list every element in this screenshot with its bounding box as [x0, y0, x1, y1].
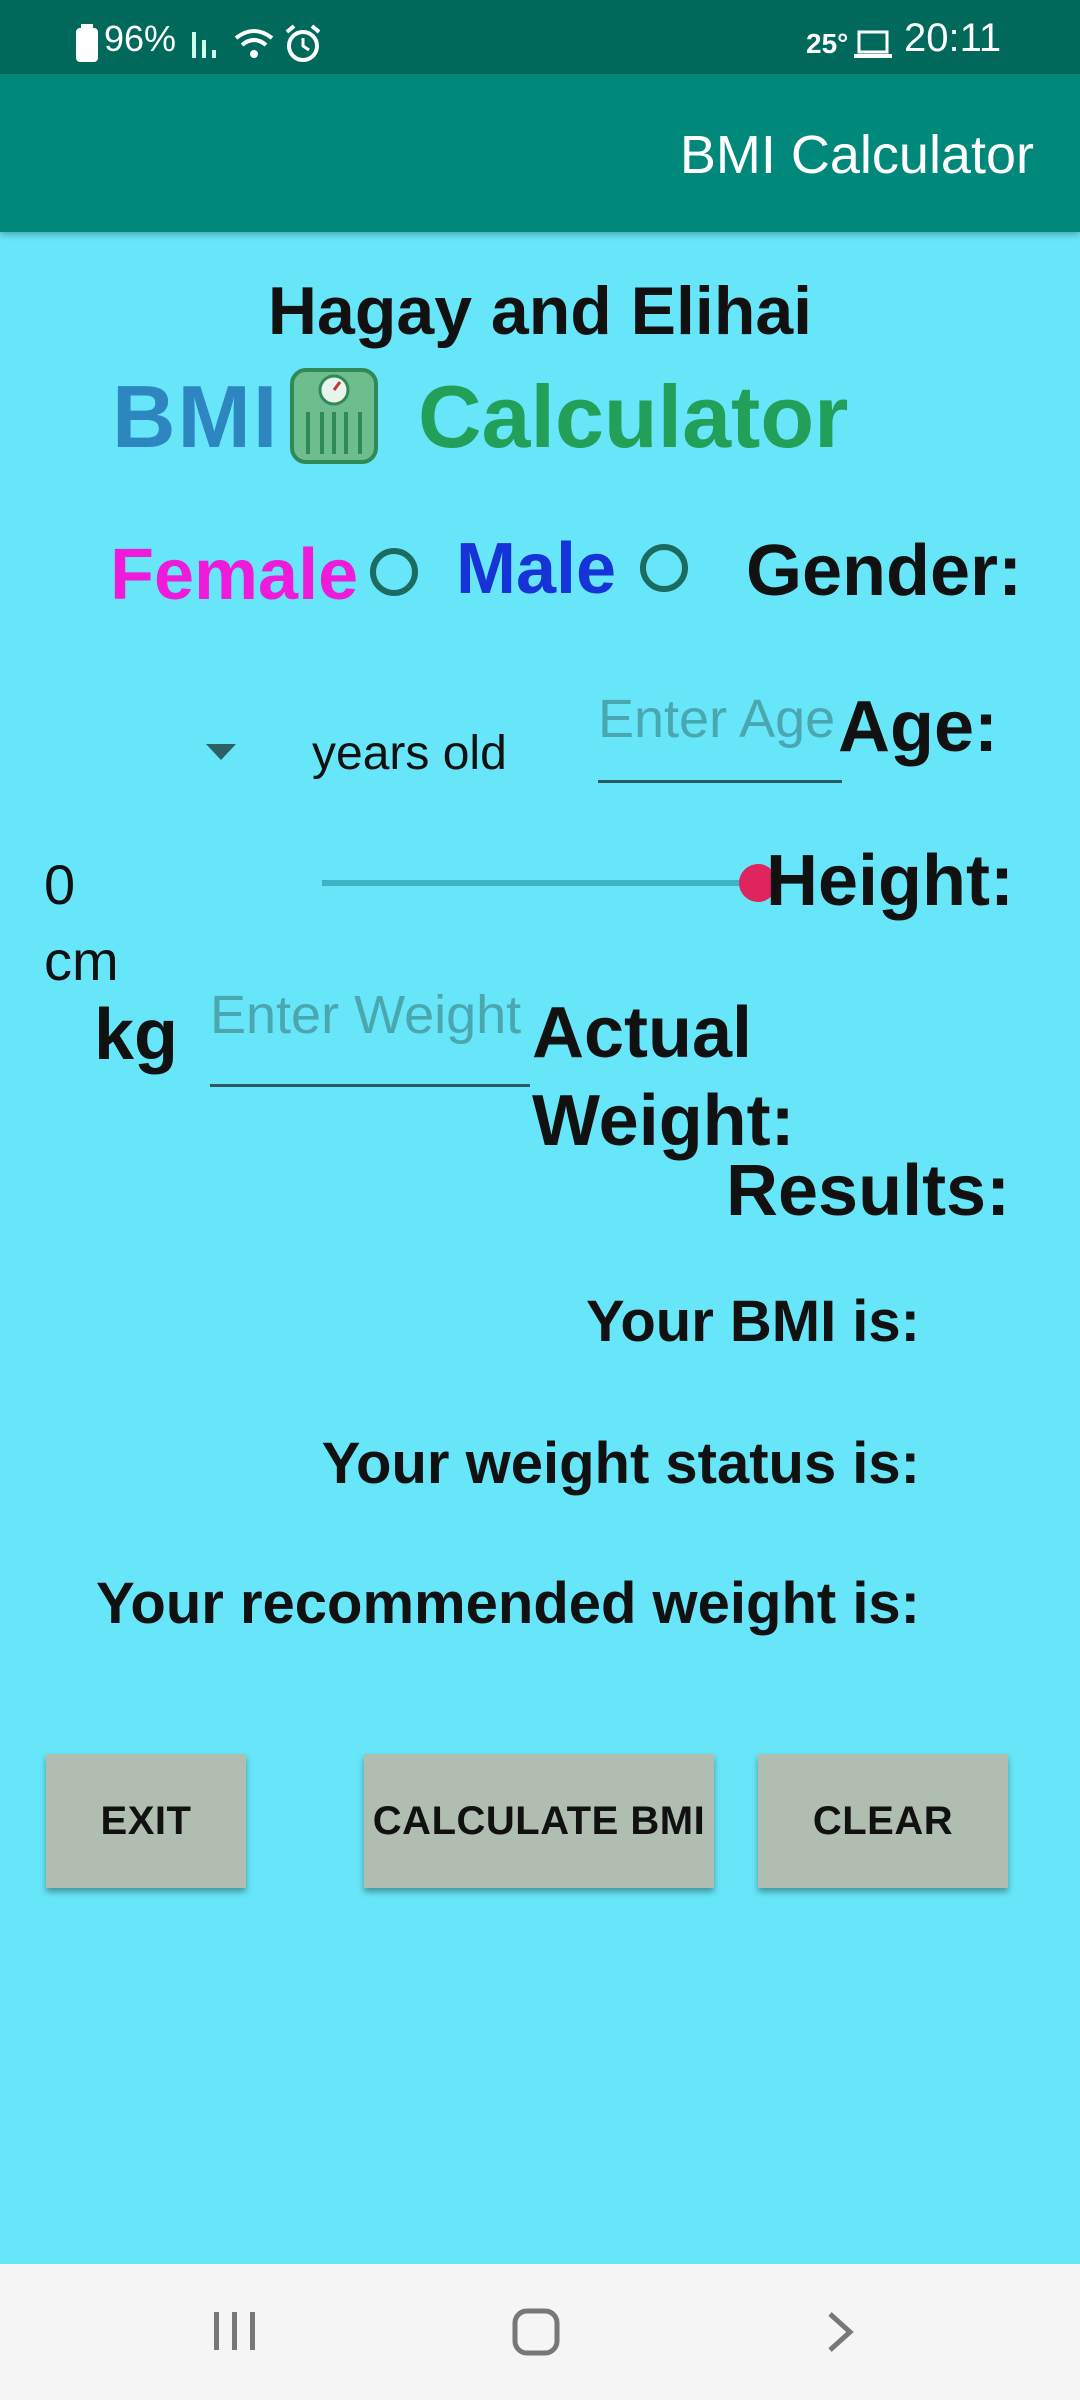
- age-input[interactable]: Enter Age: [598, 688, 842, 784]
- exit-button[interactable]: EXIT: [46, 1754, 246, 1888]
- alarm-icon: [285, 24, 321, 62]
- height-label: Height:: [766, 841, 1014, 921]
- female-label: Female: [110, 535, 359, 615]
- laptop-icon: [854, 30, 892, 58]
- weight-unit: kg: [94, 995, 179, 1075]
- weight-placeholder: Enter Weight: [210, 985, 522, 1045]
- chevron-down-icon[interactable]: [206, 744, 236, 760]
- results-title: Results:: [726, 1151, 1011, 1231]
- logo-bmi-text: BMI: [112, 367, 280, 466]
- app-title: BMI Calculator: [679, 125, 1034, 185]
- recents-icon[interactable]: [212, 2310, 258, 2352]
- scale-icon: [290, 368, 378, 464]
- female-radio[interactable]: [370, 548, 418, 596]
- height-slider-track[interactable]: [322, 880, 758, 886]
- app-bar: BMI Calculator: [0, 74, 1080, 232]
- age-placeholder: Enter Age: [598, 689, 836, 749]
- battery-icon: [76, 24, 98, 62]
- navigation-bar: [0, 2264, 1080, 2400]
- weight-status-label: Your weight status is:: [321, 1431, 920, 1496]
- weight-input-underline: [210, 1084, 530, 1087]
- logo-calculator-text: Calculator: [418, 367, 849, 466]
- wifi-icon: [234, 29, 274, 58]
- age-label: Age:: [838, 687, 998, 767]
- gender-label: Gender:: [746, 531, 1023, 611]
- calculate-bmi-button[interactable]: CALCULATE BMI: [364, 1754, 714, 1888]
- age-unit: years old: [312, 727, 507, 780]
- clock: 20:11: [904, 16, 1002, 60]
- home-icon[interactable]: [512, 2308, 560, 2356]
- height-unit: cm: [44, 929, 119, 992]
- weight-input[interactable]: Enter Weight: [210, 984, 530, 1080]
- bmi-result-label: Your BMI is:: [585, 1289, 920, 1354]
- recommended-weight-label: Your recommended weight is:: [96, 1571, 920, 1636]
- age-input-underline: [598, 780, 842, 783]
- status-bar: 96% 25° 20:11: [0, 0, 1080, 74]
- clear-button[interactable]: CLEAR: [758, 1754, 1008, 1888]
- back-icon[interactable]: [826, 2310, 854, 2354]
- authors-title: Hagay and Elihai: [267, 273, 813, 349]
- bmi-logo: BMI Calculator: [112, 367, 872, 468]
- weight-label-line1: Actual: [532, 993, 753, 1073]
- signal-icon: [192, 32, 216, 58]
- male-radio[interactable]: [640, 544, 688, 592]
- battery-percent: 96%: [104, 18, 177, 59]
- height-value: 0: [44, 853, 76, 916]
- temperature: 25°: [806, 28, 849, 59]
- male-label: Male: [456, 529, 617, 609]
